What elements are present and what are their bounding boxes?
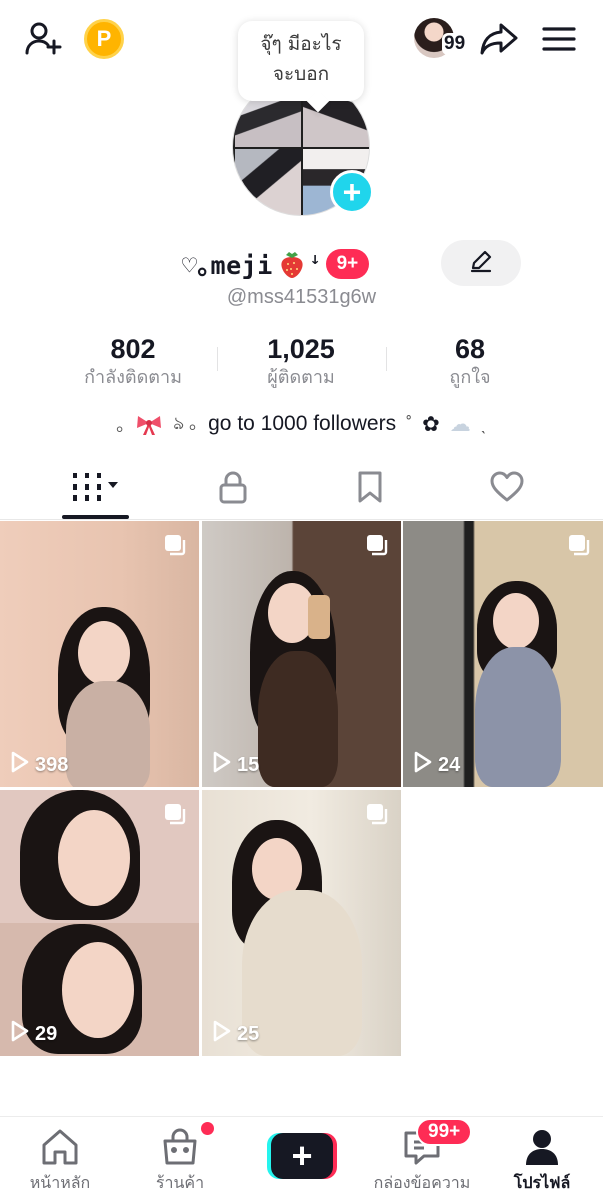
menu-icon[interactable] bbox=[540, 22, 578, 56]
profile-icon bbox=[521, 1127, 563, 1167]
thumbnail-figure bbox=[258, 651, 338, 787]
pencil-icon bbox=[468, 248, 494, 278]
thumbnail-figure bbox=[58, 810, 130, 906]
play-count-value: 398 bbox=[35, 753, 69, 776]
video-thumbnail[interactable]: 24 bbox=[403, 521, 603, 787]
photo-carousel-icon bbox=[163, 802, 187, 826]
tab-videos[interactable] bbox=[46, 458, 146, 520]
play-count-value: 25 bbox=[237, 1022, 260, 1045]
play-icon bbox=[10, 1020, 30, 1048]
play-count: 29 bbox=[10, 1020, 57, 1048]
nav-profile-label: โปรไฟล์ bbox=[513, 1173, 571, 1192]
video-thumbnail[interactable]: 398 bbox=[0, 521, 199, 787]
bio-suffix-1: ˚ bbox=[406, 413, 413, 434]
photo-carousel-icon bbox=[365, 802, 389, 826]
bio-suffix-2: ✿ bbox=[422, 412, 440, 436]
add-photo-button[interactable]: + bbox=[330, 170, 374, 214]
display-name: ♡｡meji bbox=[182, 251, 273, 280]
photo-carousel-icon bbox=[163, 533, 187, 557]
bio-text: go to 1000 followers bbox=[208, 412, 397, 435]
bio-suffix-3: ☁ bbox=[449, 412, 471, 436]
play-icon bbox=[413, 751, 433, 779]
edit-profile-button[interactable] bbox=[441, 240, 521, 286]
likes-label: ถูกใจ bbox=[449, 367, 491, 388]
video-thumbnail[interactable]: 15 bbox=[202, 521, 401, 787]
play-count: 15 bbox=[212, 751, 259, 779]
play-icon bbox=[212, 1020, 232, 1048]
bookmark-icon bbox=[356, 470, 384, 508]
bio-suffix-4: ˎ bbox=[480, 413, 487, 434]
stat-likes[interactable]: 68 ถูกใจ bbox=[390, 334, 550, 392]
play-count-value: 29 bbox=[35, 1022, 58, 1045]
nav-shop-label: ร้านค้า bbox=[155, 1173, 205, 1192]
stat-followers[interactable]: 1,025 ผู้ติดตาม bbox=[221, 334, 381, 392]
photo-strip-tile bbox=[233, 147, 303, 215]
photo-carousel-icon bbox=[365, 533, 389, 557]
nav-profile[interactable]: โปรไฟล์ bbox=[502, 1117, 582, 1200]
shopping-bag-icon bbox=[159, 1127, 201, 1167]
play-icon bbox=[212, 751, 232, 779]
video-thumbnail[interactable]: 25 bbox=[202, 790, 401, 1056]
bio-mid: ঌ ｡ bbox=[173, 412, 199, 433]
play-count: 25 bbox=[212, 1020, 259, 1048]
video-thumbnail[interactable]: 29 bbox=[0, 790, 199, 1056]
heart-icon bbox=[489, 471, 525, 507]
thumbnail-figure bbox=[242, 890, 362, 1056]
thumbnail-figure bbox=[493, 593, 539, 649]
tab-liked[interactable] bbox=[457, 458, 557, 520]
play-count-value: 24 bbox=[438, 753, 461, 776]
nav-home-label: หน้าหลัก bbox=[29, 1173, 91, 1192]
share-icon[interactable] bbox=[478, 18, 520, 60]
bio-prefix: ｡ bbox=[116, 415, 126, 435]
create-button[interactable]: + bbox=[267, 1133, 337, 1179]
display-name-row: ♡｡meji ꜜ 9+ bbox=[182, 244, 370, 284]
phone-in-hand bbox=[308, 595, 330, 639]
shop-notification-dot bbox=[201, 1122, 214, 1135]
name-suffix: ꜜ bbox=[310, 251, 320, 277]
stat-following[interactable]: 802 กำลังติดตาม bbox=[53, 334, 213, 392]
nav-inbox-label: กล่องข้อความ bbox=[373, 1173, 471, 1192]
profile-note-bubble[interactable]: จุ๊ๆ มีอะไร จะบอก bbox=[238, 21, 364, 101]
tab-saved[interactable] bbox=[320, 458, 420, 520]
play-count: 24 bbox=[413, 751, 460, 779]
create-plus-icon: + bbox=[271, 1133, 333, 1179]
bio: ｡ ঌ ｡ go to 1000 followers ˚ ✿ ☁ ˎ bbox=[0, 406, 603, 442]
ribbon-bow-icon bbox=[135, 414, 163, 435]
content-tabs bbox=[0, 458, 603, 520]
username: @mss41531g6w bbox=[226, 286, 377, 308]
lock-icon bbox=[217, 470, 249, 508]
following-count: 802 bbox=[110, 334, 156, 364]
add-friend-icon[interactable] bbox=[20, 18, 66, 60]
thumbnail-figure bbox=[475, 647, 561, 787]
play-icon bbox=[10, 751, 30, 779]
avatar-count: 99 bbox=[442, 33, 468, 55]
followers-count: 1,025 bbox=[267, 334, 335, 364]
following-label: กำลังติดตาม bbox=[84, 367, 182, 388]
thumbnail-figure bbox=[66, 681, 150, 787]
thumbnail-figure bbox=[62, 942, 134, 1038]
note-line-2: จะบอก bbox=[272, 63, 330, 85]
play-count: 398 bbox=[10, 751, 68, 779]
tab-private[interactable] bbox=[183, 458, 283, 520]
nav-home[interactable]: หน้าหลัก bbox=[20, 1117, 100, 1200]
stat-divider bbox=[217, 347, 218, 371]
thumbnail-figure bbox=[78, 621, 130, 685]
stat-divider bbox=[386, 347, 387, 371]
photo-carousel-icon bbox=[567, 533, 591, 557]
inbox-notification-badge: 99+ bbox=[416, 1118, 473, 1146]
points-icon[interactable]: P bbox=[84, 19, 124, 59]
active-tab-indicator bbox=[62, 515, 129, 519]
video-grid-icon bbox=[68, 471, 124, 507]
play-count-value: 15 bbox=[237, 753, 260, 776]
followers-label: ผู้ติดตาม bbox=[267, 367, 335, 388]
strawberry-icon bbox=[277, 249, 307, 279]
likes-count: 68 bbox=[454, 334, 486, 364]
name-notification-badge[interactable]: 9+ bbox=[325, 249, 370, 279]
home-icon bbox=[39, 1127, 81, 1167]
note-line-1: จุ๊ๆ มีอะไร bbox=[260, 33, 342, 55]
